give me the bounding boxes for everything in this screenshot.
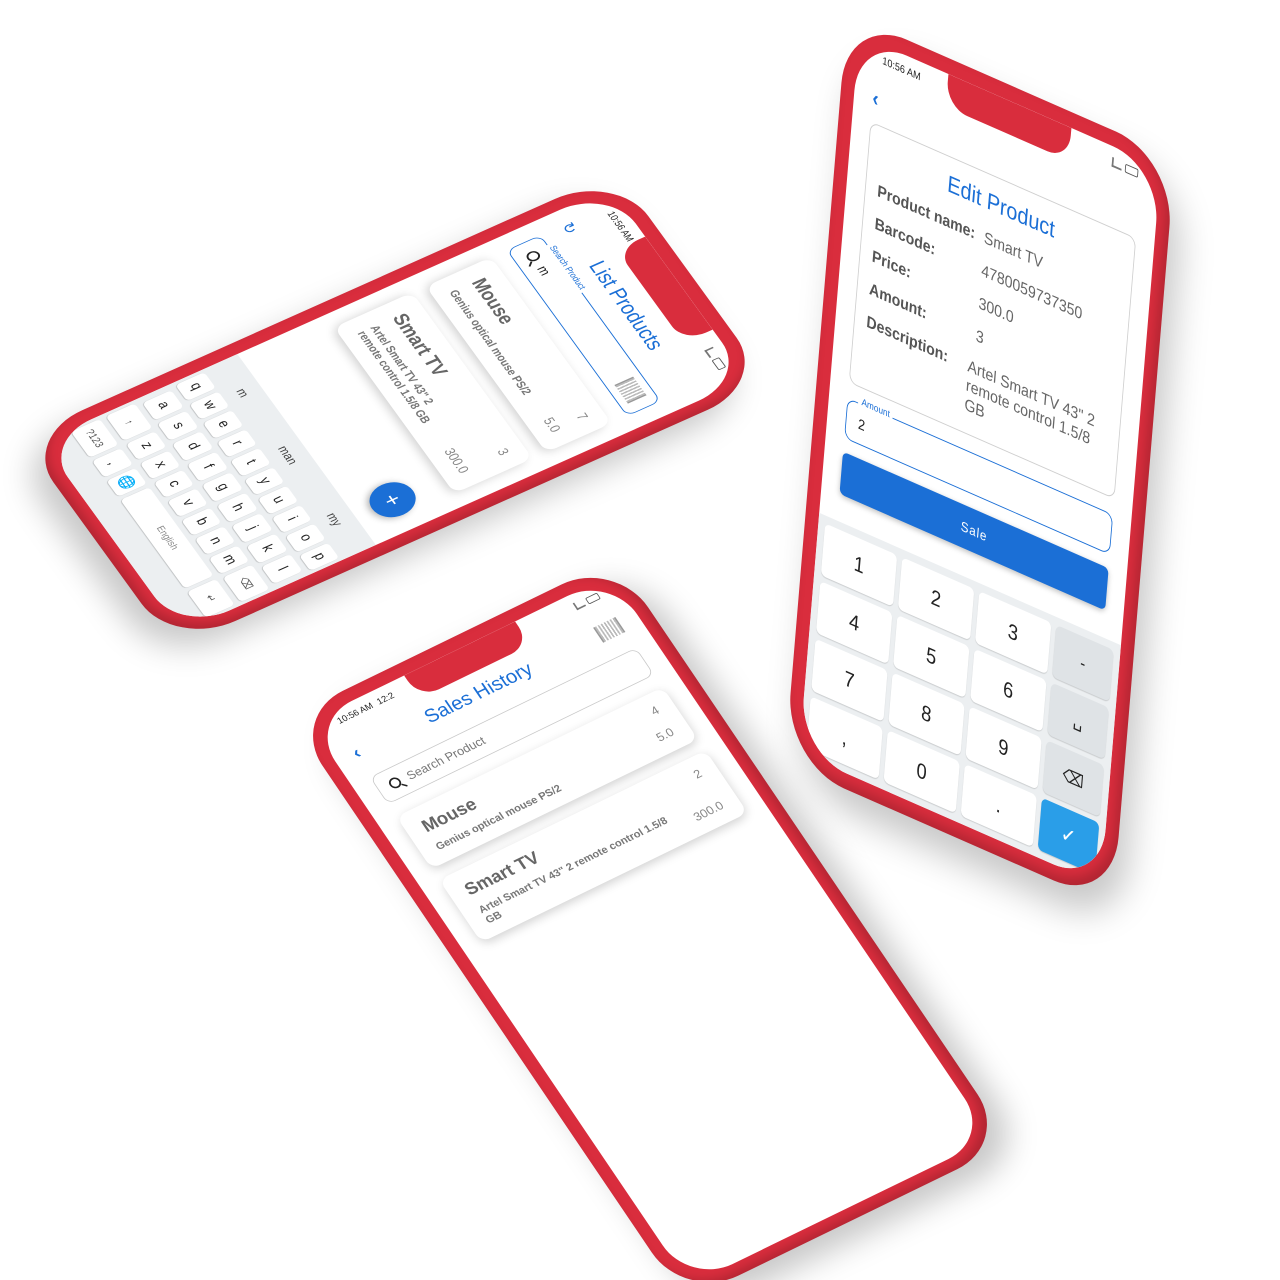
status-time: 10:56 AM [881, 55, 921, 84]
product-price: 300.0 [690, 798, 727, 825]
battery-icon [584, 592, 601, 605]
barcode-scan-icon[interactable] [614, 376, 647, 404]
product-price: 300.0 [440, 446, 472, 476]
phone-list-products: 10:56 AM ↻ List Products Search Product … [21, 171, 769, 649]
history-icon[interactable]: ↻ [557, 220, 582, 237]
battery-icon [711, 356, 727, 371]
search-icon [524, 249, 543, 264]
product-qty: 2 [690, 767, 705, 782]
status-time: 10:56 AM [604, 210, 636, 244]
product-qty: 3 [493, 446, 512, 458]
sales-list: Mouse Genius optical mouse PS/2 4 5.0 Sm… [396, 687, 748, 943]
signal-icon [704, 346, 719, 359]
keyboard: m man my q w e r t y u i o p a s d f g h… [41, 354, 376, 633]
back-icon[interactable]: ‹ [872, 85, 880, 112]
barcode-scan-icon[interactable] [593, 617, 626, 643]
search-placeholder: Search Product [403, 733, 489, 783]
screen-edit-product: 10:56 AM ‹ Edit Product Product name: Sm… [799, 34, 1161, 886]
screen-list-products: 10:56 AM ↻ List Products Search Product … [41, 187, 749, 633]
product-price: 5.0 [653, 725, 677, 745]
search-icon [386, 775, 404, 791]
phone-edit-product: 10:56 AM ‹ Edit Product Product name: Sm… [784, 13, 1176, 907]
signal-icon [572, 599, 587, 611]
back-icon[interactable]: ‹ [348, 743, 365, 763]
add-product-button[interactable]: + [361, 475, 424, 524]
suggestion-item[interactable]: m [233, 386, 252, 399]
product-qty: 7 [572, 410, 591, 423]
amount-value: 2 [857, 415, 866, 436]
field-value: 3 [975, 326, 985, 348]
suggestion-item[interactable]: my [324, 510, 346, 528]
status-extra: 12:2 [375, 690, 397, 707]
suggestion-item[interactable]: man [275, 443, 301, 466]
battery-icon [1124, 163, 1139, 178]
field-value: 300.0 [977, 293, 1015, 328]
status-time: 10:56 AM [335, 701, 376, 727]
signal-icon [1111, 156, 1123, 171]
